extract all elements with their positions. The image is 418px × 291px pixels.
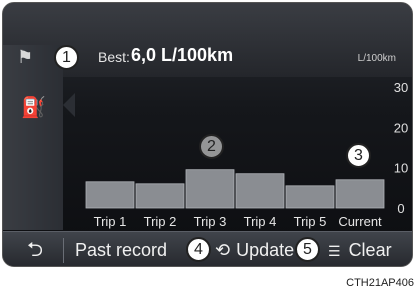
back-button[interactable]: ⮌ <box>17 232 53 266</box>
past-record-button[interactable]: Past record <box>75 232 167 266</box>
y-tick-label: 20 <box>394 120 408 135</box>
bar-trip-2 <box>135 183 185 209</box>
bar-trip-1 <box>85 181 135 209</box>
callout-1: 1 <box>54 45 79 70</box>
x-tick-label: Trip 3 <box>194 214 227 229</box>
clear-icon: ☰ <box>328 243 341 259</box>
callout-4: 4 <box>186 237 211 262</box>
bar-trip-5 <box>285 185 335 209</box>
update-button[interactable]: ⟲ Update <box>215 232 295 266</box>
best-label: Best: <box>98 49 130 65</box>
unit-label: L/100km <box>357 53 396 64</box>
fuel-pump-icon: ⛽ <box>21 97 46 119</box>
bar-trip-3 <box>185 169 235 209</box>
callout-3: 3 <box>346 143 371 168</box>
x-tick-label: Trip 4 <box>244 214 277 229</box>
best-value: 6,0 L/100km <box>131 45 234 65</box>
callout-5: 5 <box>295 237 320 262</box>
bar-trip-4 <box>235 173 285 209</box>
y-tick-label: 0 <box>397 201 404 216</box>
x-tick-label: Trip 1 <box>94 214 127 229</box>
x-tick-label: Trip 5 <box>294 214 327 229</box>
refresh-icon: ⟲ <box>215 240 231 260</box>
clear-label: Clear <box>348 240 392 260</box>
clear-button[interactable]: ☰ Clear <box>328 232 392 266</box>
callout-2: 2 <box>199 134 224 159</box>
x-tick-label: Trip 2 <box>144 214 177 229</box>
display-frame: ⚑ ⛽ Best: 6,0 L/100km L/100km 0 10 20 30 Tri… <box>2 2 413 267</box>
bar-current <box>335 179 385 209</box>
x-tick-label: Current <box>338 214 382 229</box>
y-tick-label: 30 <box>394 80 408 95</box>
figure-caption: CTH21AP406 <box>346 277 414 289</box>
side-panel <box>3 45 63 230</box>
back-arrow-icon: ⮌ <box>26 239 44 261</box>
separator <box>63 238 64 263</box>
y-tick-label: 10 <box>394 161 408 176</box>
checkered-flag-icon: ⚑ <box>17 47 34 67</box>
update-label: Update <box>236 240 295 260</box>
